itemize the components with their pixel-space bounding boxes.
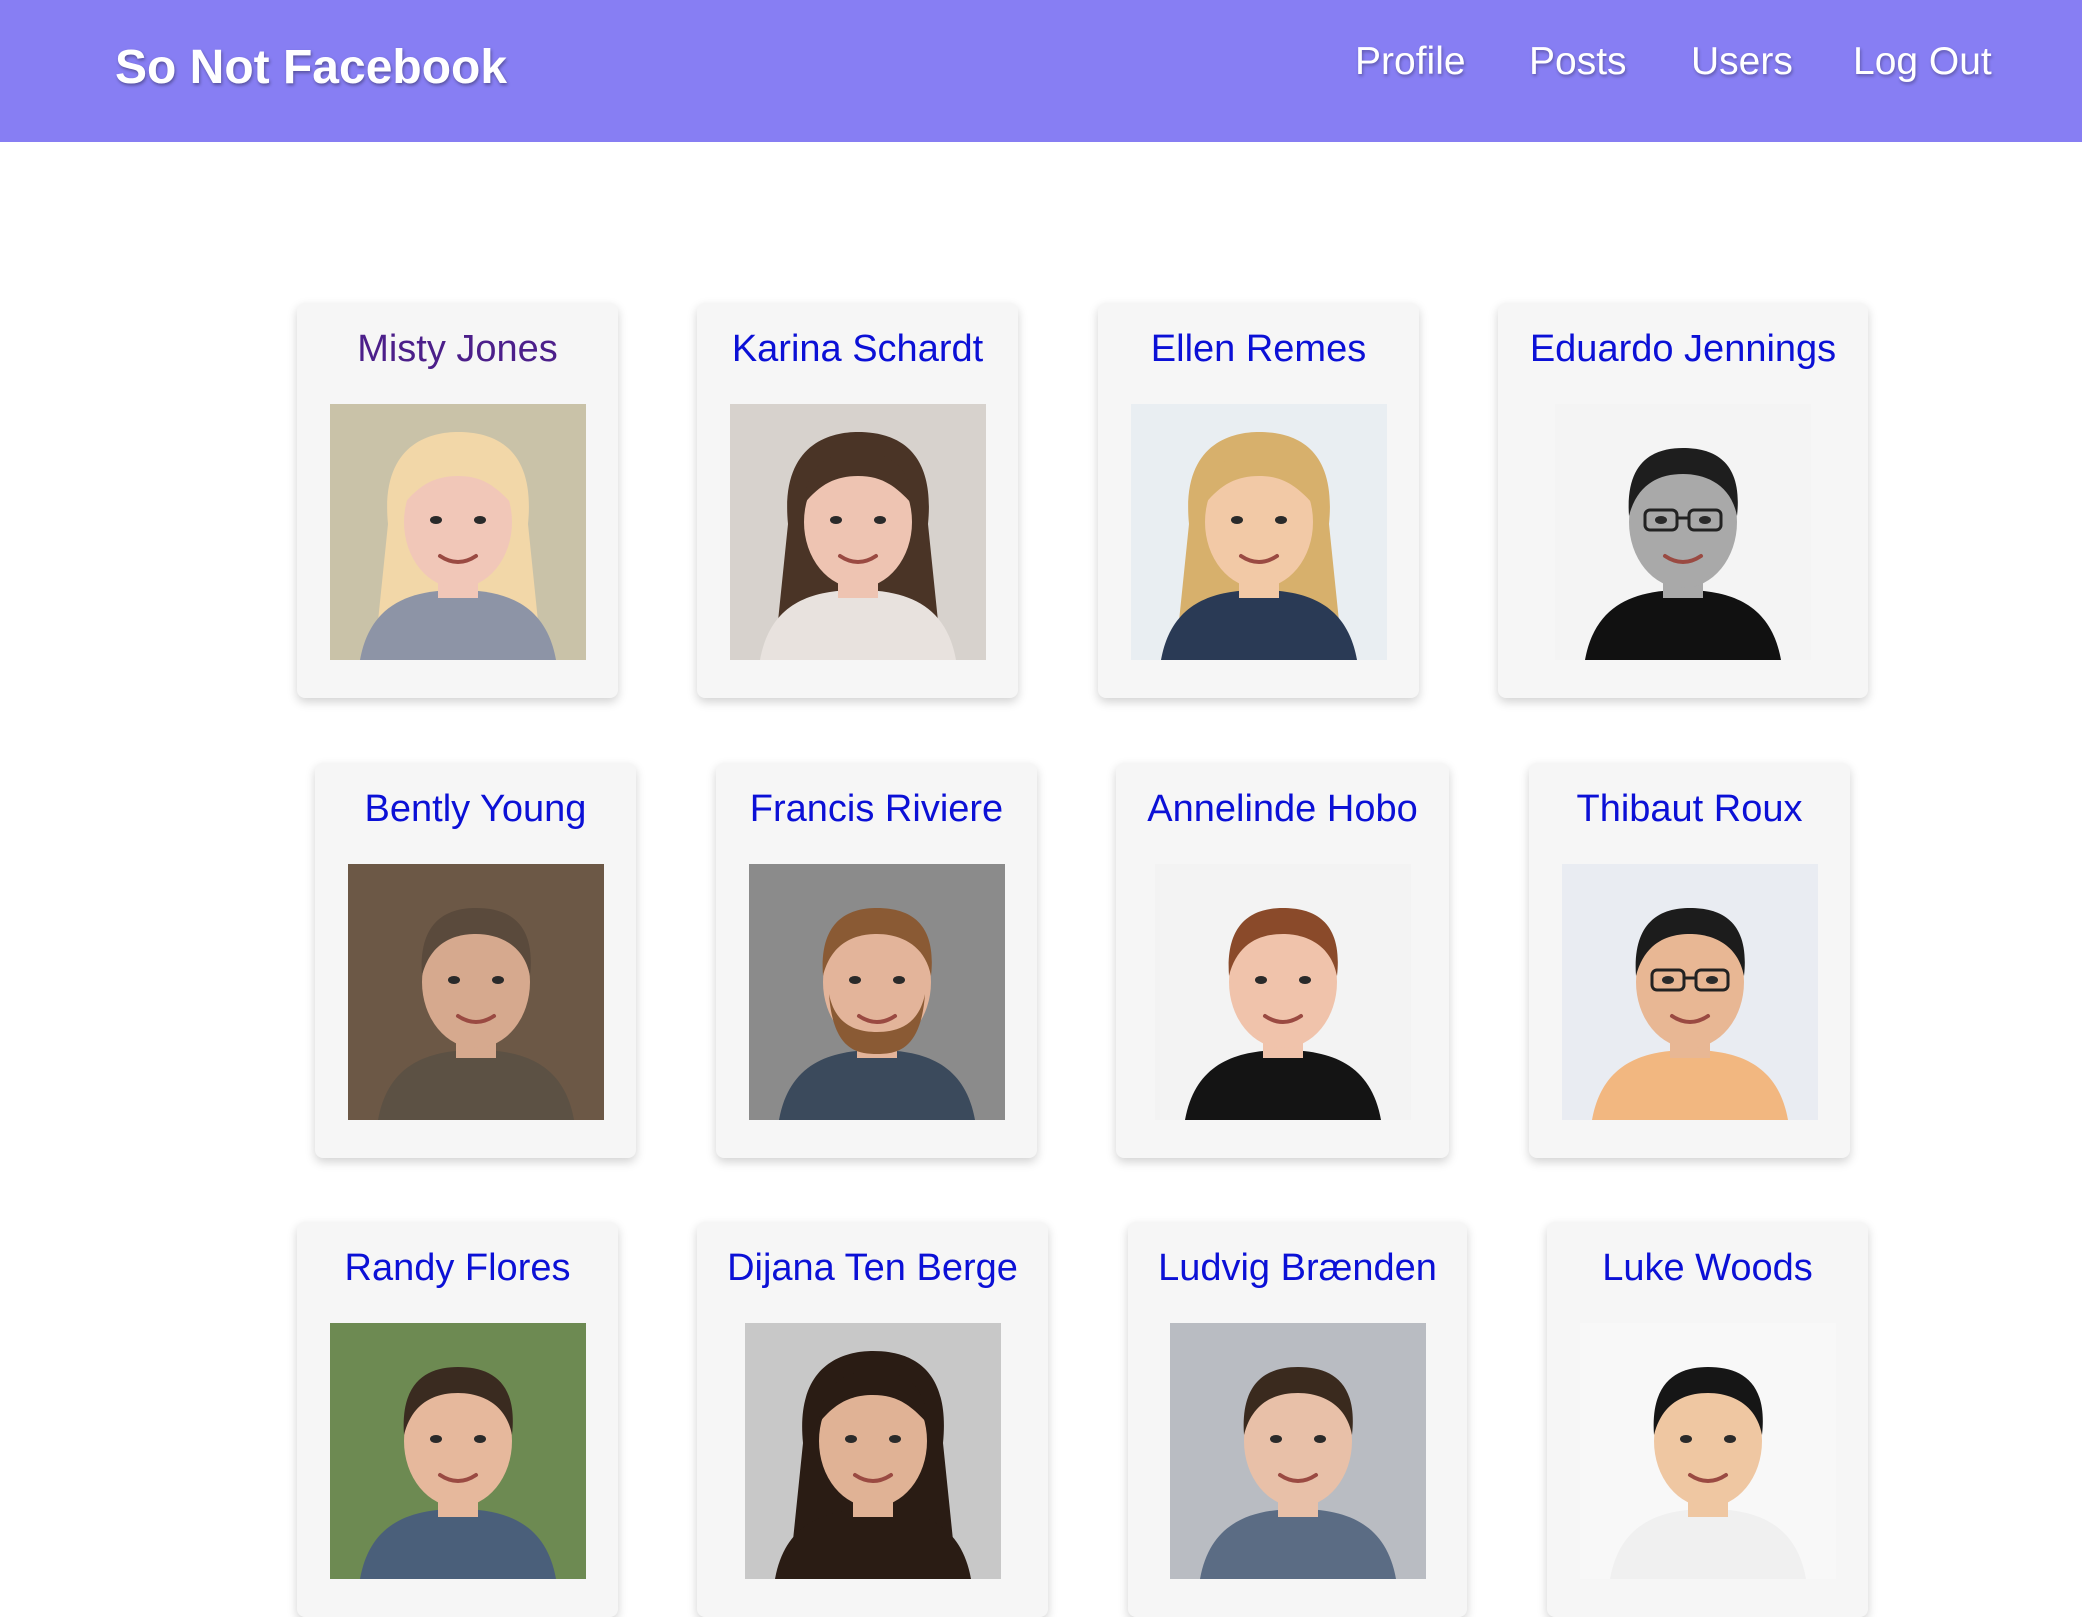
user-photo <box>1170 1323 1426 1579</box>
user-photo-frame[interactable] <box>1555 404 1811 660</box>
user-photo-frame[interactable] <box>330 1323 586 1579</box>
user-photo-frame[interactable] <box>1170 1323 1426 1579</box>
user-photo-frame[interactable] <box>330 404 586 660</box>
user-photo <box>749 864 1005 1120</box>
user-photo-frame[interactable] <box>1131 404 1387 660</box>
user-name-link[interactable]: Francis Riviere <box>716 788 1037 831</box>
user-photo <box>1155 864 1411 1120</box>
brand-link[interactable]: So Not Facebook <box>115 40 507 95</box>
user-name-link[interactable]: Ludvig Brænden <box>1128 1247 1467 1290</box>
user-name-link[interactable]: Annelinde Hobo <box>1116 788 1449 831</box>
user-name-link[interactable]: Luke Woods <box>1547 1247 1868 1290</box>
nav-link-posts[interactable]: Posts <box>1529 40 1627 84</box>
user-card[interactable]: Annelinde Hobo <box>1116 763 1449 1158</box>
user-photo-frame[interactable] <box>1580 1323 1836 1579</box>
nav-link-profile[interactable]: Profile <box>1355 40 1466 84</box>
user-photo <box>745 1323 1001 1579</box>
user-name-link[interactable]: Eduardo Jennings <box>1498 328 1868 371</box>
user-card[interactable]: Misty Jones <box>297 303 618 698</box>
navbar: So Not Facebook Profile Posts Users Log … <box>0 0 2082 142</box>
user-card[interactable]: Karina Schardt <box>697 303 1018 698</box>
user-photo-frame[interactable] <box>1562 864 1818 1120</box>
user-photo <box>730 404 986 660</box>
user-card[interactable]: Dijana Ten Berge <box>697 1222 1048 1617</box>
user-photo-frame[interactable] <box>730 404 986 660</box>
user-photo <box>330 404 586 660</box>
user-photo-frame[interactable] <box>749 864 1005 1120</box>
user-name-link[interactable]: Thibaut Roux <box>1529 788 1850 831</box>
user-photo <box>330 1323 586 1579</box>
user-name-link[interactable]: Misty Jones <box>297 328 618 371</box>
user-photo <box>1580 1323 1836 1579</box>
user-card[interactable]: Luke Woods <box>1547 1222 1868 1617</box>
user-card[interactable]: Randy Flores <box>297 1222 618 1617</box>
nav-link-users[interactable]: Users <box>1691 40 1793 84</box>
user-card[interactable]: Francis Riviere <box>716 763 1037 1158</box>
user-card[interactable]: Ellen Remes <box>1098 303 1419 698</box>
user-photo <box>1131 404 1387 660</box>
user-photo <box>348 864 604 1120</box>
user-card[interactable]: Ludvig Brænden <box>1128 1222 1467 1617</box>
user-name-link[interactable]: Karina Schardt <box>697 328 1018 371</box>
user-card[interactable]: Thibaut Roux <box>1529 763 1850 1158</box>
user-name-link[interactable]: Ellen Remes <box>1098 328 1419 371</box>
user-photo-frame[interactable] <box>348 864 604 1120</box>
user-name-link[interactable]: Bently Young <box>315 788 636 831</box>
user-photo <box>1562 864 1818 1120</box>
user-photo-frame[interactable] <box>1155 864 1411 1120</box>
user-card[interactable]: Eduardo Jennings <box>1498 303 1868 698</box>
user-photo <box>1555 404 1811 660</box>
user-card[interactable]: Bently Young <box>315 763 636 1158</box>
user-name-link[interactable]: Dijana Ten Berge <box>697 1247 1048 1290</box>
user-name-link[interactable]: Randy Flores <box>297 1247 618 1290</box>
user-photo-frame[interactable] <box>745 1323 1001 1579</box>
nav-link-log-out[interactable]: Log Out <box>1853 40 1992 84</box>
